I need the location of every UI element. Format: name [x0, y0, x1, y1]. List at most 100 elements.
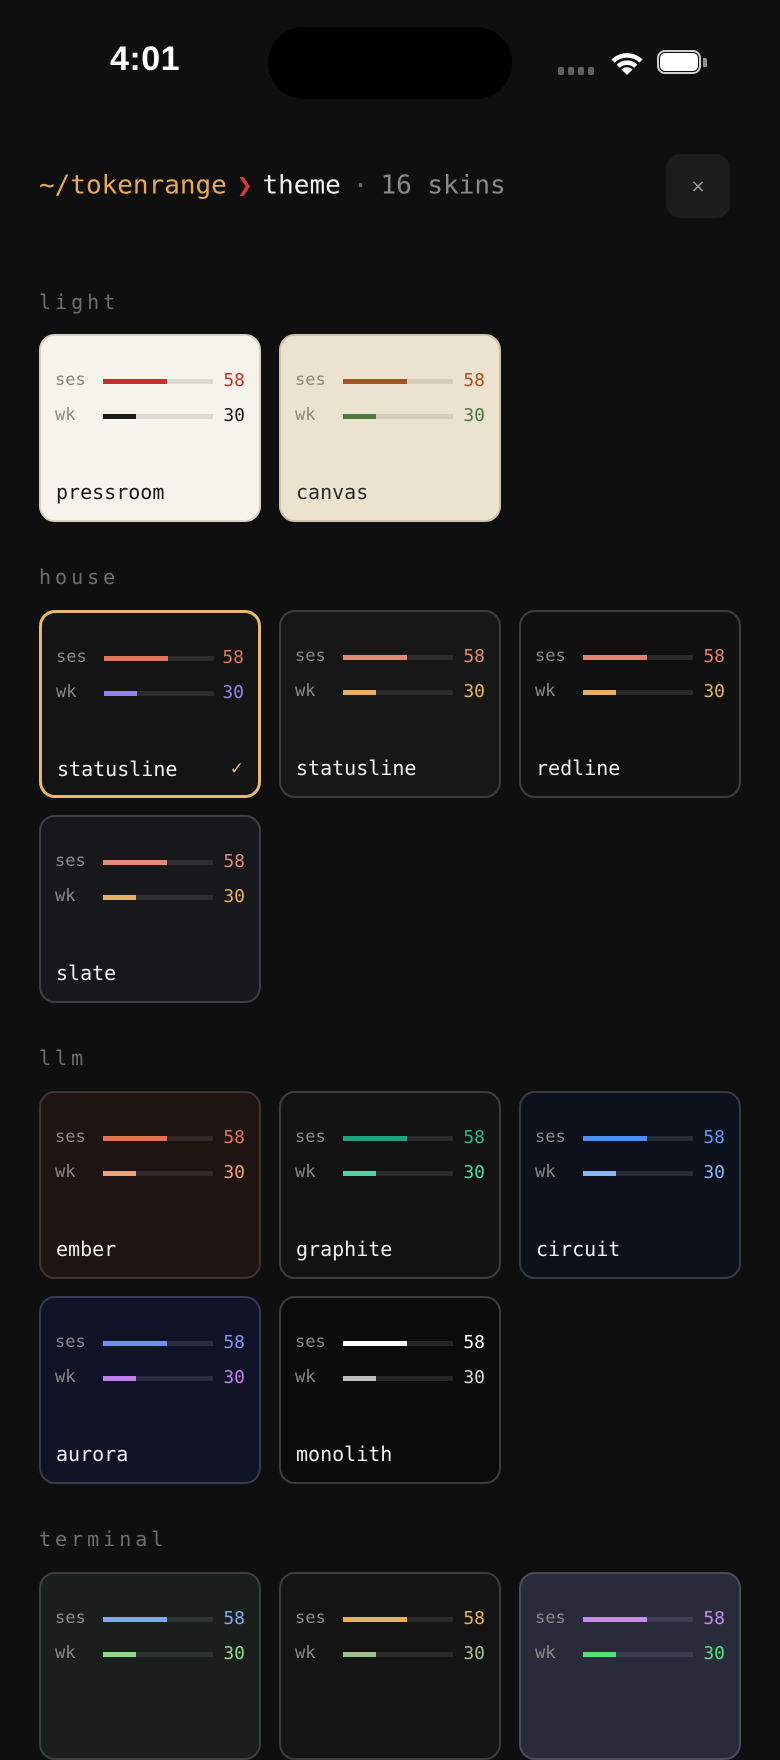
session-label: ses: [535, 646, 566, 666]
close-icon: ×: [690, 175, 706, 197]
session-track: [343, 379, 453, 384]
selected-check-icon: ✓: [229, 759, 244, 779]
session-bar: [583, 655, 647, 660]
week-value: 30: [463, 1643, 485, 1664]
dynamic-island: [268, 27, 512, 99]
session-value: 58: [463, 1608, 485, 1629]
section-label-house: house: [39, 565, 120, 589]
session-label: ses: [295, 1127, 326, 1147]
week-row: wk 30: [535, 1162, 725, 1184]
week-label: wk: [56, 682, 77, 702]
cellular-signal-icon: [558, 67, 598, 77]
theme-card[interactable]: ses 58 wk 30 monolith: [279, 1296, 501, 1484]
theme-name: canvas: [296, 480, 369, 504]
week-value: 30: [703, 1643, 725, 1664]
theme-card[interactable]: ses 58 wk 30: [39, 1572, 261, 1760]
theme-name: pressroom: [56, 480, 165, 504]
week-label: wk: [55, 1643, 76, 1663]
session-label: ses: [295, 646, 326, 666]
session-bar: [583, 1617, 647, 1622]
week-label: wk: [295, 1367, 316, 1387]
week-bar: [343, 414, 376, 419]
week-row: wk 30: [55, 405, 245, 427]
session-row: ses 58: [55, 1332, 245, 1354]
week-row: wk 30: [55, 1367, 245, 1389]
week-bar: [343, 1652, 376, 1657]
session-row: ses 58: [295, 370, 485, 392]
session-track: [583, 1617, 693, 1622]
week-bar: [103, 1376, 136, 1381]
week-label: wk: [295, 405, 316, 425]
theme-card[interactable]: ses 58 wk 30 pressroom: [39, 334, 261, 522]
week-value: 30: [703, 681, 725, 702]
week-row: wk 30: [295, 1643, 485, 1665]
theme-card[interactable]: ses 58 wk 30 canvas: [279, 334, 501, 522]
week-track: [583, 1652, 693, 1657]
session-value: 58: [703, 646, 725, 667]
theme-card[interactable]: ses 58 wk 30: [519, 1572, 741, 1760]
week-bar: [583, 690, 616, 695]
week-row: wk 30: [535, 681, 725, 703]
week-row: wk 30: [295, 1162, 485, 1184]
session-track: [103, 379, 213, 384]
session-value: 58: [223, 851, 245, 872]
session-track: [583, 1136, 693, 1141]
week-track: [583, 1171, 693, 1176]
week-label: wk: [535, 1162, 556, 1182]
session-track: [343, 1136, 453, 1141]
week-label: wk: [55, 1162, 76, 1182]
theme-card[interactable]: ses 58 wk 30 statusline ✓: [39, 610, 261, 798]
week-label: wk: [295, 1162, 316, 1182]
week-track: [343, 1171, 453, 1176]
week-track: [343, 1652, 453, 1657]
session-row: ses 58: [535, 1608, 725, 1630]
week-value: 30: [223, 1367, 245, 1388]
week-value: 30: [703, 1162, 725, 1183]
close-button[interactable]: ×: [666, 154, 730, 218]
week-row: wk 30: [56, 682, 244, 704]
theme-card[interactable]: ses 58 wk 30 redline: [519, 610, 741, 798]
theme-name: graphite: [296, 1237, 393, 1261]
theme-card[interactable]: ses 58 wk 30 circuit: [519, 1091, 741, 1279]
session-row: ses 58: [535, 646, 725, 668]
session-label: ses: [295, 370, 326, 390]
prompt-arrow-icon: ❯: [236, 170, 253, 201]
week-row: wk 30: [295, 405, 485, 427]
session-bar: [343, 1617, 407, 1622]
wifi-icon: [611, 53, 643, 75]
week-value: 30: [223, 886, 245, 907]
page-header: ~/tokenrange ❯ theme · 16 skins: [39, 170, 506, 210]
theme-card[interactable]: ses 58 wk 30 graphite: [279, 1091, 501, 1279]
session-row: ses 58: [55, 851, 245, 873]
theme-card[interactable]: ses 58 wk 30 ember: [39, 1091, 261, 1279]
week-track: [103, 1171, 213, 1176]
theme-name: ember: [56, 1237, 117, 1261]
session-track: [343, 655, 453, 660]
session-value: 58: [463, 370, 485, 391]
week-bar: [583, 1652, 616, 1657]
theme-name: redline: [536, 756, 621, 780]
status-bar: 4:01: [0, 0, 780, 120]
session-label: ses: [295, 1608, 326, 1628]
theme-name: slate: [56, 961, 117, 985]
theme-card[interactable]: ses 58 wk 30: [279, 1572, 501, 1760]
week-track: [343, 690, 453, 695]
theme-card[interactable]: ses 58 wk 30 slate: [39, 815, 261, 1003]
week-bar: [104, 691, 137, 696]
session-row: ses 58: [295, 1608, 485, 1630]
theme-card[interactable]: ses 58 wk 30 statusline: [279, 610, 501, 798]
session-row: ses 58: [55, 1127, 245, 1149]
session-value: 58: [463, 646, 485, 667]
session-label: ses: [535, 1608, 566, 1628]
week-track: [103, 414, 213, 419]
theme-name: monolith: [296, 1442, 393, 1466]
theme-card[interactable]: ses 58 wk 30 aurora: [39, 1296, 261, 1484]
week-label: wk: [295, 681, 316, 701]
session-value: 58: [463, 1127, 485, 1148]
path-label: ~/tokenrange: [39, 170, 227, 201]
session-track: [103, 1136, 213, 1141]
week-bar: [343, 690, 376, 695]
session-bar: [103, 1617, 167, 1622]
week-label: wk: [55, 886, 76, 906]
week-value: 30: [463, 1367, 485, 1388]
